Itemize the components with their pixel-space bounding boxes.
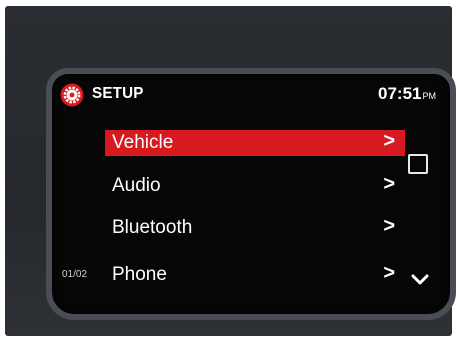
chevron-right-icon: > [383, 262, 395, 284]
menu-item-label: Bluetooth [112, 217, 193, 238]
menu-item-vehicle[interactable]: Vehicle > [105, 130, 405, 156]
menu-item-label: Vehicle [112, 132, 174, 153]
clock: 07:51PM [378, 84, 436, 104]
chevron-down-icon[interactable] [410, 274, 430, 286]
clock-ampm: PM [422, 91, 437, 101]
chevron-right-icon: > [383, 173, 395, 195]
clock-time: 07:51 [378, 84, 422, 103]
menu-item-label: Phone [112, 264, 167, 285]
page-title: SETUP [92, 85, 144, 102]
gear-icon [60, 83, 84, 107]
menu-item-audio[interactable]: Audio > [105, 173, 405, 199]
menu-item-bluetooth[interactable]: Bluetooth > [105, 215, 405, 241]
menu-item-phone[interactable]: Phone > [105, 262, 405, 288]
chevron-right-icon: > [383, 215, 395, 237]
display-bezel: SETUP 07:51PM Vehicle > Audio > Bluetoot… [5, 6, 456, 336]
chevron-right-icon: > [383, 130, 395, 152]
menu-item-label: Audio [112, 175, 161, 196]
square-icon[interactable] [408, 154, 428, 174]
page-indicator: 01/02 [62, 269, 88, 280]
infotainment-screen: SETUP 07:51PM Vehicle > Audio > Bluetoot… [46, 68, 456, 320]
